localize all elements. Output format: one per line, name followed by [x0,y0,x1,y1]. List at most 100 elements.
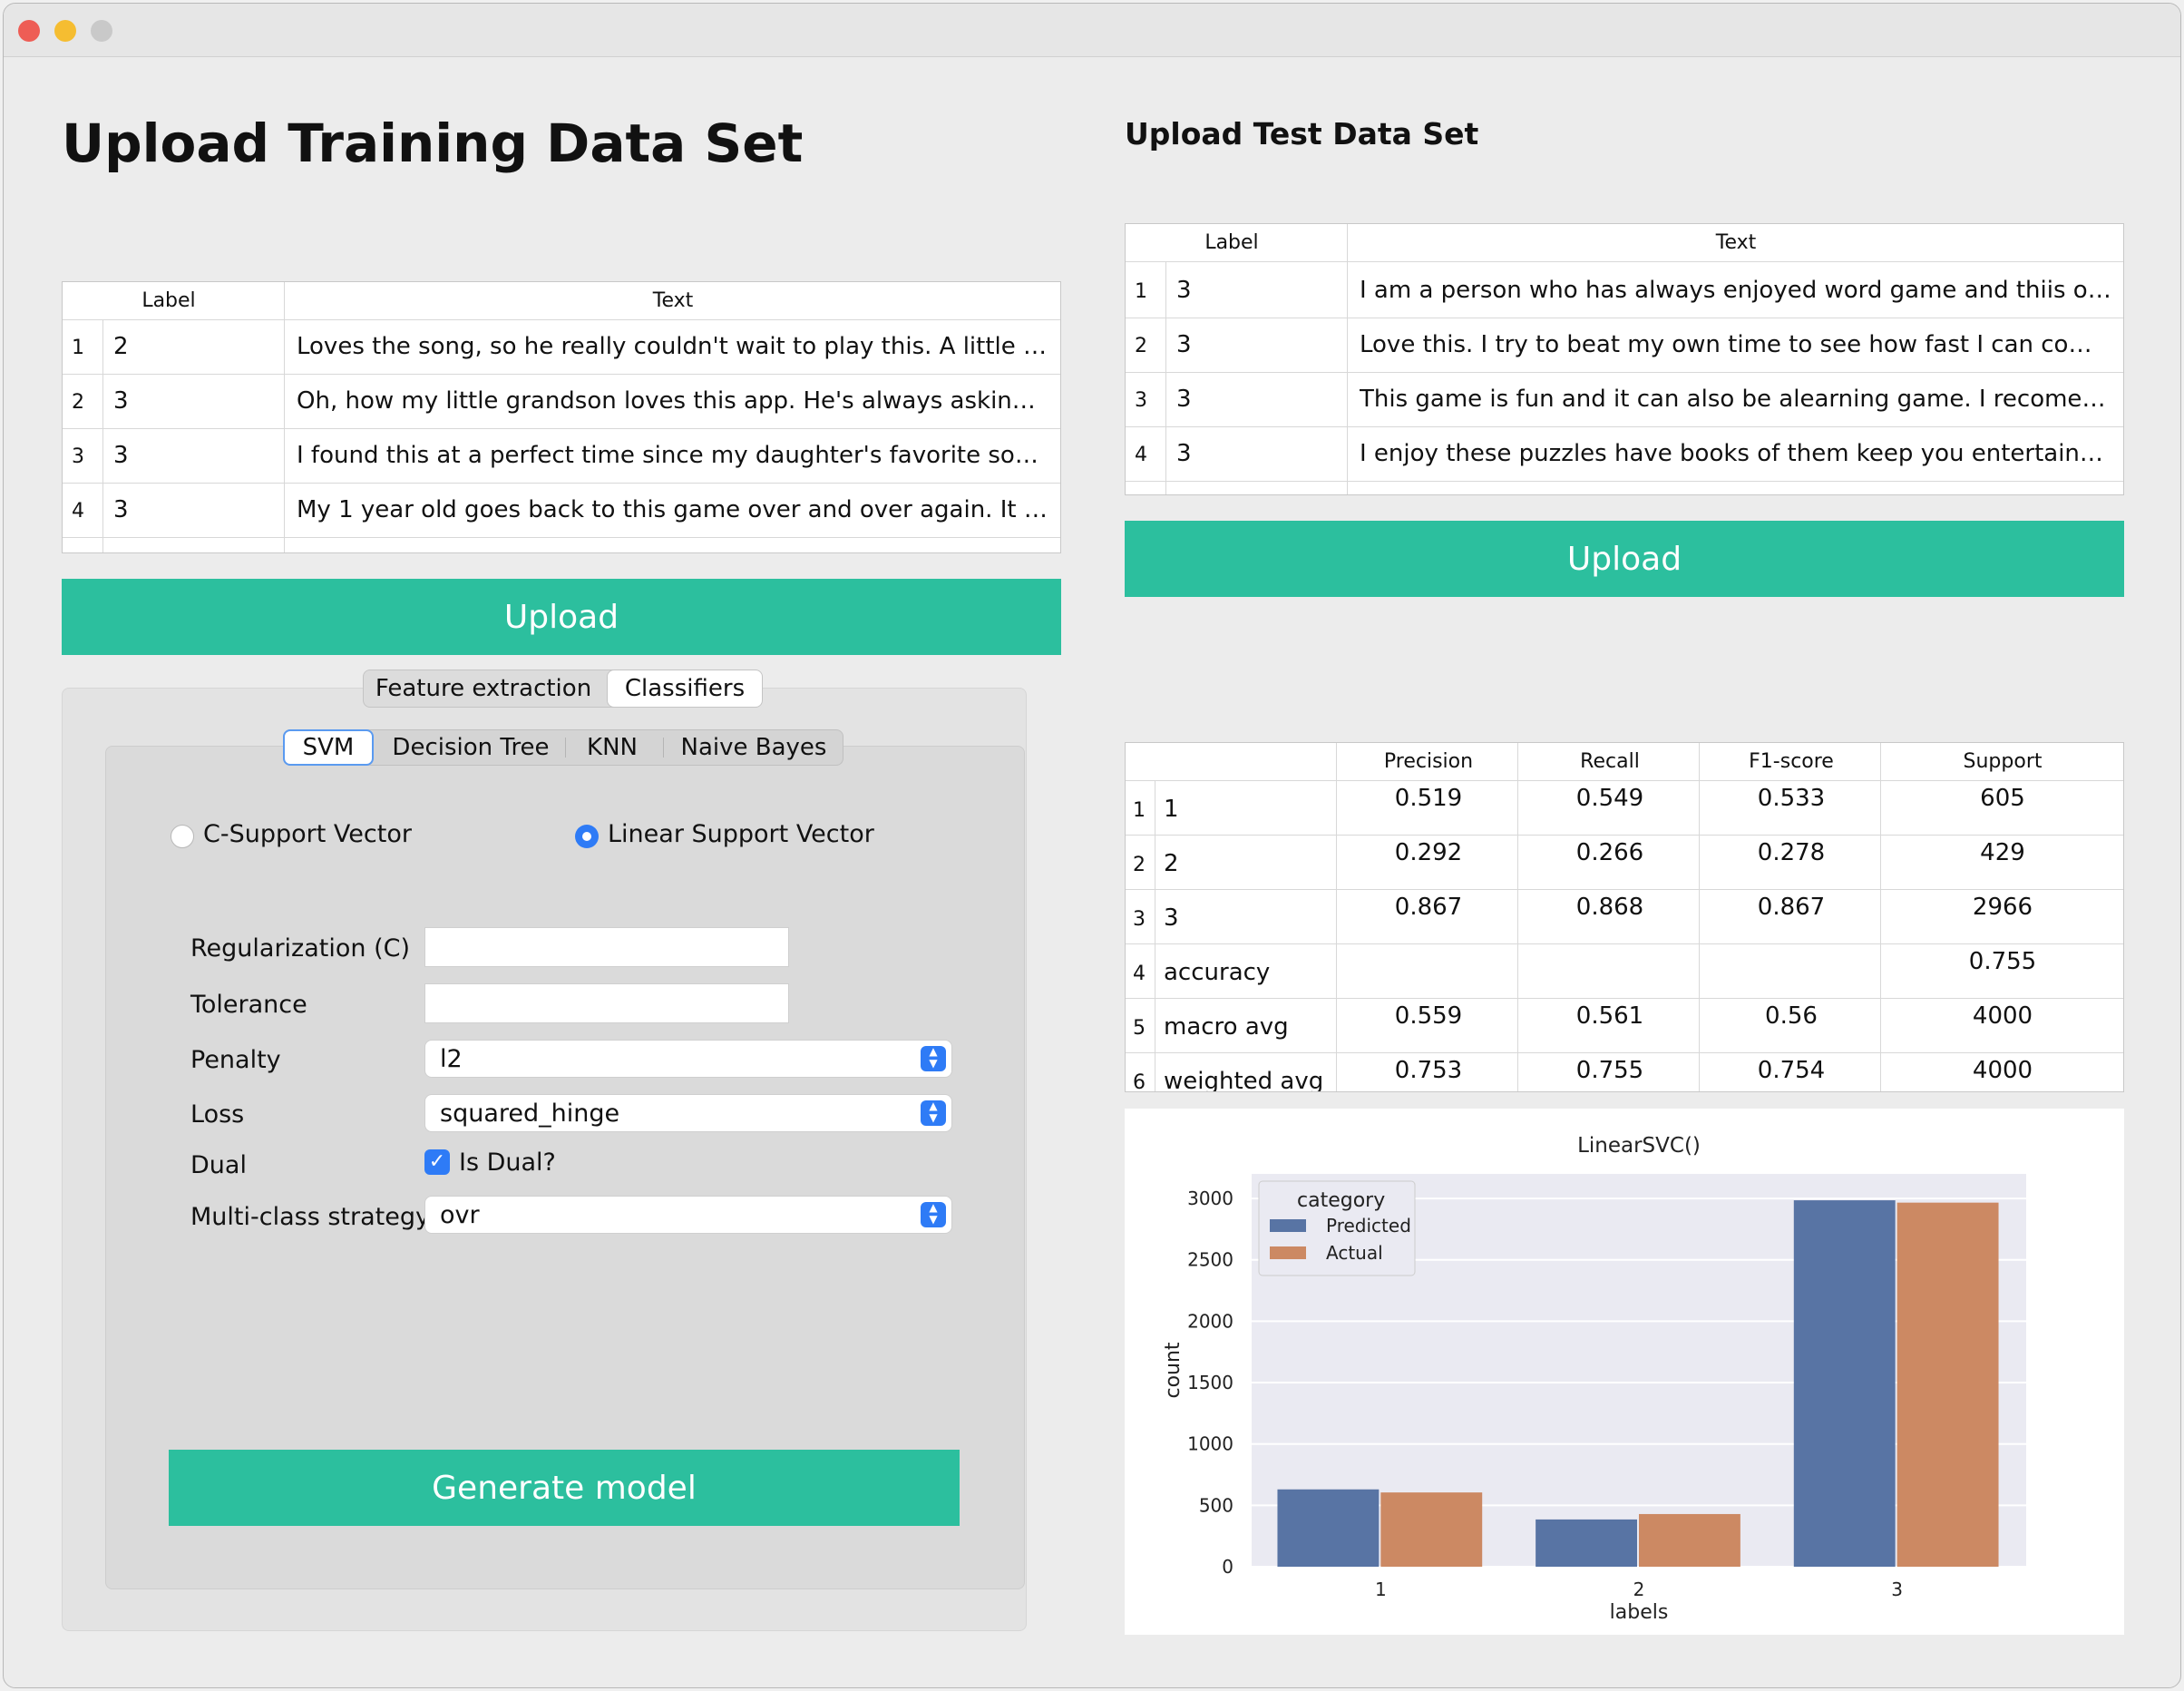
recall-value: 0.755 [1575,1057,1644,1084]
row-label: 3 [1176,331,1192,358]
row-number: 3 [72,445,84,468]
row-text: I am a person who has always enjoyed wor… [1360,277,2112,304]
bar-actual-3 [1896,1202,1999,1567]
test-col-label[interactable]: Label [1127,231,1336,254]
row-text: Oh, how my little grandson loves this ap… [297,387,1049,415]
x-tick-label: 3 [1891,1579,1903,1600]
y-tick-label: 1000 [1187,1433,1233,1455]
row-number: 4 [1133,963,1146,985]
bar-actual-1 [1380,1492,1483,1567]
classifier-tab-bar: SVM Decision Tree KNN Naive Bayes [283,729,843,766]
row-label: 2 [113,333,129,360]
loss-select[interactable]: squared_hinge ▲ ▼ [424,1094,952,1132]
row-text: My 1 year old goes back to this game ove… [297,496,1049,523]
support-value: 429 [1980,839,2025,866]
row-name: 3 [1164,904,1179,932]
row-number: 1 [1135,280,1147,303]
x-tick-label: 1 [1375,1579,1387,1600]
row-number: 3 [1135,389,1147,412]
row-name: weighted avg [1164,1068,1324,1092]
tab-knn[interactable]: KNN [567,730,658,765]
penalty-select[interactable]: l2 ▲ ▼ [424,1040,952,1078]
chart-title: LinearSVC() [1577,1134,1701,1158]
row-number: 4 [1135,444,1147,466]
bar-actual-2 [1639,1513,1740,1567]
close-window-button[interactable] [18,20,40,42]
support-value: 605 [1980,785,2025,812]
generate-model-button[interactable]: Generate model [169,1450,960,1526]
c-support-vector-label: C-Support Vector [203,820,412,848]
recall-value: 0.266 [1575,839,1644,866]
tab-classifiers[interactable]: Classifiers [607,670,763,708]
x-axis-label: labels [1610,1601,1669,1624]
f1-value: 0.56 [1765,1002,1818,1030]
metrics-col-precision[interactable]: Precision [1338,750,1519,773]
multiclass-value: ovr [440,1200,480,1229]
y-tick-label: 0 [1222,1556,1233,1578]
y-tick-label: 2500 [1187,1249,1233,1271]
row-number: 6 [1133,1071,1146,1092]
row-name: 2 [1164,850,1179,877]
y-tick-label: 500 [1199,1494,1233,1516]
row-label: 3 [113,442,129,469]
row-number: 2 [72,391,84,414]
row-label: 3 [1176,440,1192,467]
training-table[interactable]: Label Text 1 2 Loves the song, so he rea… [62,281,1061,553]
c-support-vector-radio[interactable] [171,825,194,848]
test-table[interactable]: Label Text 1 3 I am a person who has alw… [1125,223,2124,495]
row-number: 5 [1133,1017,1146,1040]
row-number: 4 [72,500,84,523]
tab-feature-extraction[interactable]: Feature extraction [364,670,603,707]
precision-value: 0.867 [1394,894,1463,921]
row-number: 3 [1133,908,1146,931]
multiclass-label: Multi-class strategy [190,1203,430,1231]
metrics-table[interactable]: Precision Recall F1-score Support 1 1 0.… [1125,742,2124,1092]
tab-decision-tree[interactable]: Decision Tree [380,730,561,765]
tab-naive-bayes[interactable]: Naive Bayes [665,730,843,765]
legend-swatch-actual [1270,1246,1306,1259]
test-col-text[interactable]: Text [1349,231,2123,254]
chart-panel: 0 500 1000 1500 2000 2500 3000 1 2 3 LinearSVC() la… [1125,1109,2124,1635]
metrics-col-f1[interactable]: F1-score [1701,750,1882,773]
row-text: Love this. I try to beat my own time to … [1360,331,2112,358]
select-arrows-icon: ▲ ▼ [921,1046,946,1071]
row-name: accuracy [1164,959,1271,986]
linear-support-vector-label: Linear Support Vector [608,820,874,848]
penalty-label: Penalty [190,1046,281,1074]
row-text: I enjoy these puzzles have books of them… [1360,440,2112,467]
app-window: Upload Training Data Set Label Text 1 2 … [3,3,2181,1688]
loss-value: squared_hinge [440,1099,620,1128]
dual-checkbox[interactable]: ✓ [424,1149,450,1175]
support-value: 4000 [1972,1057,2033,1084]
row-text: This game is fun and it can also be alea… [1360,386,2112,413]
training-col-label[interactable]: Label [64,289,273,312]
legend-title: category [1297,1189,1385,1212]
y-tick-label: 3000 [1187,1188,1233,1209]
regularization-label: Regularization (C) [190,934,410,963]
row-name: 1 [1164,796,1179,823]
f1-value: 0.867 [1757,894,1826,921]
test-title: Upload Test Data Set [1125,116,1479,152]
zoom-window-button[interactable] [91,20,112,42]
bar-predicted-3 [1793,1200,1896,1567]
test-upload-button[interactable]: Upload [1125,521,2124,597]
minimize-window-button[interactable] [54,20,76,42]
training-title: Upload Training Data Set [62,112,804,174]
row-number: 2 [1135,335,1147,357]
tolerance-input[interactable] [424,983,789,1023]
legend-label-actual: Actual [1326,1242,1383,1264]
y-axis-label: count [1162,1342,1185,1398]
legend-label-predicted: Predicted [1326,1215,1411,1236]
training-upload-button[interactable]: Upload [62,579,1061,655]
multiclass-select[interactable]: ovr ▲ ▼ [424,1196,952,1234]
regularization-input[interactable] [424,927,789,967]
y-tick-label: 2000 [1187,1310,1233,1332]
training-col-text[interactable]: Text [286,289,1060,312]
support-value: 0.755 [1968,948,2037,975]
metrics-col-support[interactable]: Support [1882,750,2123,773]
row-label: 3 [1176,277,1192,304]
metrics-col-recall[interactable]: Recall [1519,750,1701,773]
tab-svm[interactable]: SVM [283,729,374,766]
linear-support-vector-radio[interactable] [575,825,599,848]
bar-predicted-1 [1277,1489,1380,1567]
